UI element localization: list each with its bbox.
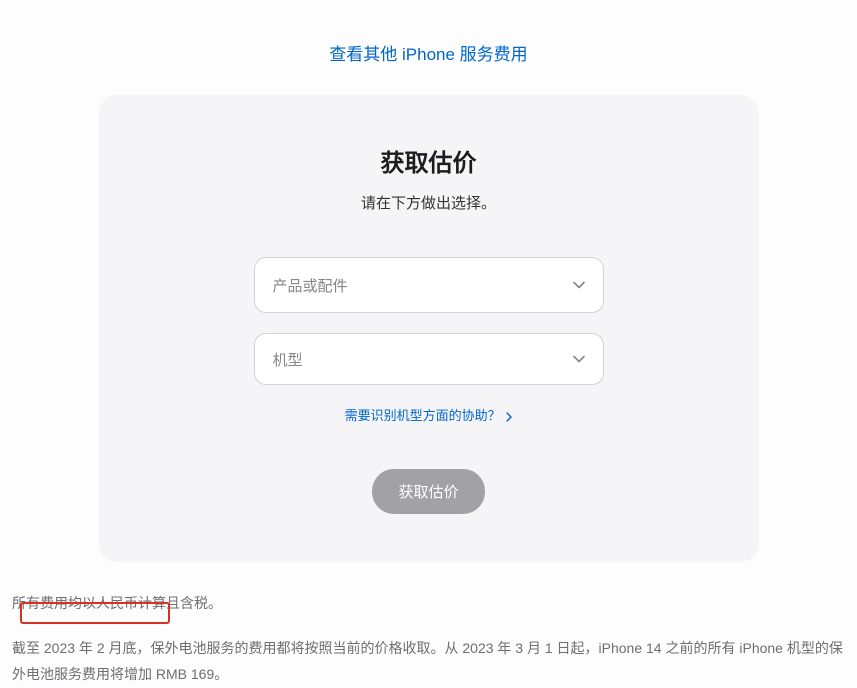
chevron-down-icon (573, 352, 585, 366)
chevron-right-icon (506, 412, 512, 423)
estimate-card: 获取估价 请在下方做出选择。 产品或配件 机型 需要识别机型方面的协助？ 获取估… (99, 95, 759, 562)
identify-model-help-link[interactable]: 需要识别机型方面的协助？ (345, 408, 513, 423)
help-link-label: 需要识别机型方面的协助？ (345, 408, 501, 423)
select-row-product: 产品或配件 (139, 257, 719, 313)
get-estimate-button[interactable]: 获取估价 (372, 469, 484, 514)
top-link-row: 查看其他 iPhone 服务费用 (0, 0, 857, 95)
model-select-placeholder: 机型 (273, 349, 303, 370)
card-title: 获取估价 (139, 143, 719, 178)
footer-line-2: 截至 2023 年 2 月底，保外电池服务的费用都将按照当前的价格收取。从 20… (12, 635, 845, 688)
chevron-down-icon (573, 278, 585, 292)
select-row-model: 机型 (139, 333, 719, 385)
footer-notes: 所有费用均以人民币计算且含税。 截至 2023 年 2 月底，保外电池服务的费用… (0, 562, 857, 688)
help-link-row: 需要识别机型方面的协助？ (139, 405, 719, 425)
product-select[interactable]: 产品或配件 (254, 257, 604, 313)
product-select-placeholder: 产品或配件 (273, 275, 348, 296)
card-subtitle: 请在下方做出选择。 (139, 192, 719, 213)
model-select[interactable]: 机型 (254, 333, 604, 385)
view-other-fees-link[interactable]: 查看其他 iPhone 服务费用 (329, 45, 527, 64)
footer-line-1: 所有费用均以人民币计算且含税。 (12, 590, 845, 617)
